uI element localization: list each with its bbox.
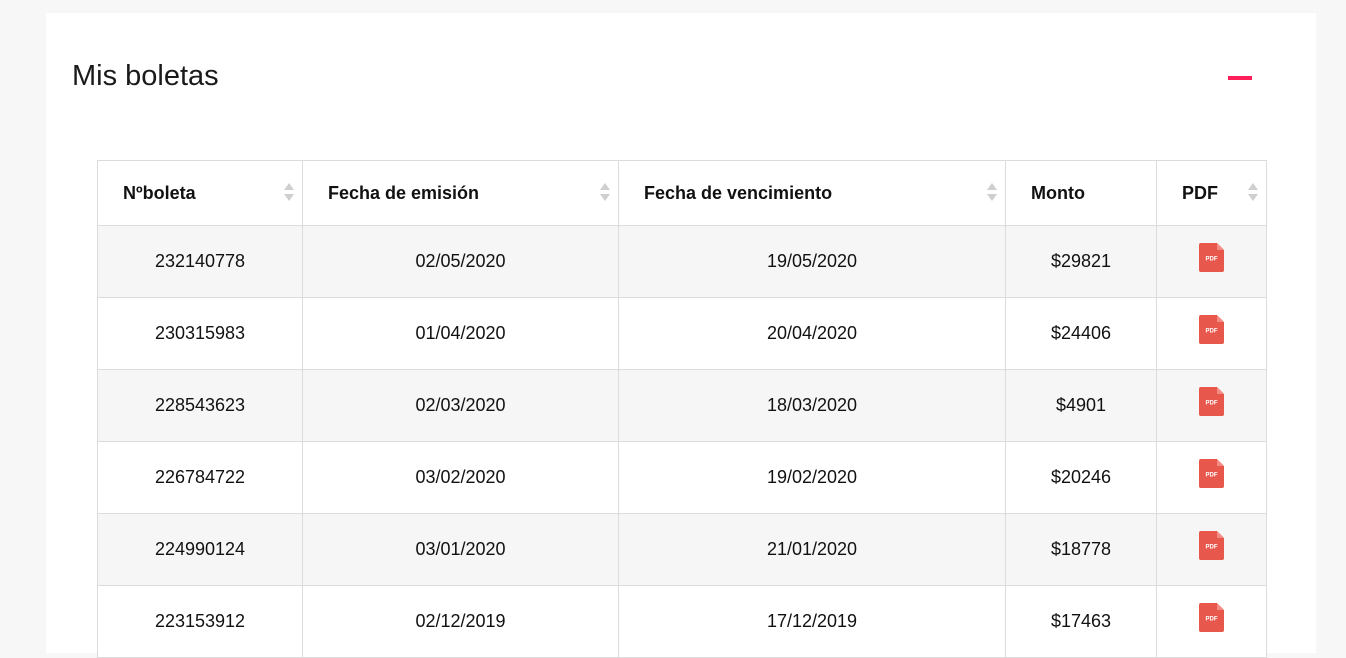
table-row: 228543623 02/03/2020 18/03/2020 $4901 PD… [97,369,1267,442]
pdf-icon[interactable]: PDF [1199,531,1224,561]
table-row: 223153912 02/12/2019 17/12/2019 $17463 P… [97,585,1267,658]
table-header-row: Nºboleta Fecha de emisión Fecha de venci… [97,160,1267,226]
svg-text:PDF: PDF [1206,617,1218,623]
cell-monto: $17463 [1005,585,1157,658]
section-title: Mis boletas [72,60,219,92]
cell-numero: 230315983 [97,297,303,370]
cell-numero: 226784722 [97,441,303,514]
header-label: Fecha de emisión [328,182,480,203]
header-label: PDF [1182,182,1218,203]
header-label: Nºboleta [123,182,196,203]
collapse-button[interactable] [1228,69,1254,87]
cell-emision: 03/02/2020 [302,441,619,514]
header-label: Fecha de vencimiento [644,182,833,203]
cell-pdf: PDF [1156,441,1267,514]
minus-icon [1228,76,1252,80]
cell-vencimiento: 19/05/2020 [618,225,1006,298]
pdf-icon[interactable]: PDF [1199,315,1224,345]
sort-icon[interactable] [1248,183,1258,203]
cell-monto: $20246 [1005,441,1157,514]
cell-numero: 224990124 [97,513,303,586]
header-numero[interactable]: Nºboleta [97,160,303,226]
sort-icon[interactable] [284,183,294,203]
header-fecha-vencimiento[interactable]: Fecha de vencimiento [618,160,1006,226]
cell-numero: 228543623 [97,369,303,442]
cell-monto: $18778 [1005,513,1157,586]
sort-icon[interactable] [987,183,997,203]
cell-monto: $29821 [1005,225,1157,298]
pdf-icon[interactable]: PDF [1199,459,1224,489]
svg-text:PDF: PDF [1206,401,1218,407]
cell-pdf: PDF [1156,369,1267,442]
cell-emision: 02/03/2020 [302,369,619,442]
svg-text:PDF: PDF [1206,473,1218,479]
cell-vencimiento: 21/01/2020 [618,513,1006,586]
cell-emision: 01/04/2020 [302,297,619,370]
cell-vencimiento: 19/02/2020 [618,441,1006,514]
boletas-table: Nºboleta Fecha de emisión Fecha de venci… [97,160,1267,658]
cell-numero: 223153912 [97,585,303,658]
cell-pdf: PDF [1156,513,1267,586]
header-fecha-emision[interactable]: Fecha de emisión [302,160,619,226]
boletas-panel: Mis boletas Nºboleta Fecha de emisión Fe… [46,13,1316,658]
header-monto: Monto [1005,160,1157,226]
cell-emision: 02/12/2019 [302,585,619,658]
sort-icon[interactable] [600,183,610,203]
cell-pdf: PDF [1156,225,1267,298]
svg-text:PDF: PDF [1206,545,1218,551]
svg-text:PDF: PDF [1206,257,1218,263]
cell-vencimiento: 20/04/2020 [618,297,1006,370]
cell-vencimiento: 18/03/2020 [618,369,1006,442]
svg-text:PDF: PDF [1206,329,1218,335]
cell-pdf: PDF [1156,297,1267,370]
cell-emision: 02/05/2020 [302,225,619,298]
cell-vencimiento: 17/12/2019 [618,585,1006,658]
cell-emision: 03/01/2020 [302,513,619,586]
header-label: Monto [1031,182,1085,203]
cell-monto: $24406 [1005,297,1157,370]
table-row: 224990124 03/01/2020 21/01/2020 $18778 P… [97,513,1267,586]
cell-numero: 232140778 [97,225,303,298]
pdf-icon[interactable]: PDF [1199,603,1224,633]
table-row: 230315983 01/04/2020 20/04/2020 $24406 P… [97,297,1267,370]
pdf-icon[interactable]: PDF [1199,387,1224,417]
table-row: 232140778 02/05/2020 19/05/2020 $29821 P… [97,225,1267,298]
table-row: 226784722 03/02/2020 19/02/2020 $20246 P… [97,441,1267,514]
cell-pdf: PDF [1156,585,1267,658]
cell-monto: $4901 [1005,369,1157,442]
pdf-icon[interactable]: PDF [1199,243,1224,273]
header-pdf[interactable]: PDF [1156,160,1267,226]
